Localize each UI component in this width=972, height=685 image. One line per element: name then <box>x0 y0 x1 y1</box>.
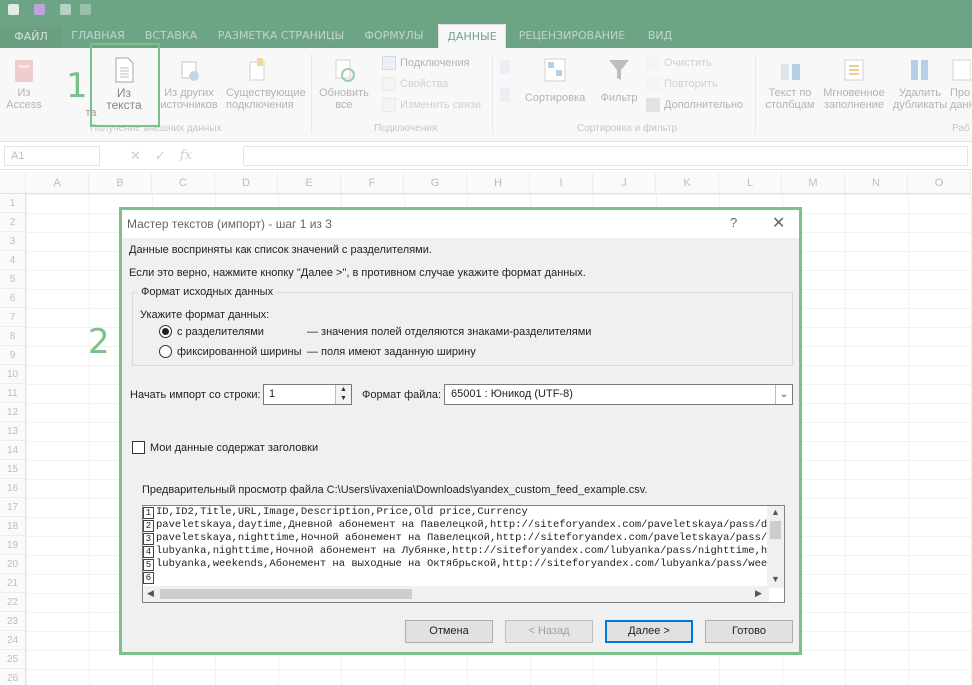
file-preview[interactable]: 1 2 3 4 5 6 ID,ID2,Title,URL,Image,Descr… <box>142 505 785 603</box>
start-row-spinner[interactable]: 1 ▲ ▼ <box>263 384 352 405</box>
step-number-1: 1 <box>66 66 88 106</box>
close-icon[interactable]: ✕ <box>772 213 785 233</box>
preview-horizontal-scrollbar[interactable]: ◀ ▶ <box>143 586 769 602</box>
preview-line-number: 3 <box>143 533 154 545</box>
preview-line-number: 2 <box>143 520 154 532</box>
next-button[interactable]: Далее > <box>605 620 693 643</box>
radio-delimited-label[interactable]: с разделителями <box>177 326 264 338</box>
preview-line <box>156 571 768 584</box>
scroll-up-icon[interactable]: ▲ <box>771 507 780 517</box>
start-row-label: Начать импорт со строки: <box>130 389 261 401</box>
radio-fixed-width-desc: — поля имеют заданную ширину <box>307 346 476 358</box>
preview-line-numbers: 1 2 3 4 5 6 <box>143 506 155 588</box>
preview-line: paveletskaya,nighttime,Ночной абонемент … <box>156 532 768 544</box>
vertical-scroll-thumb[interactable] <box>770 521 781 539</box>
preview-line: ID,ID2,Title,URL,Image,Description,Price… <box>156 506 528 518</box>
highlight-from-text <box>90 43 160 127</box>
preview-vertical-scrollbar[interactable]: ▲ ▼ <box>767 506 784 588</box>
start-row-value: 1 <box>269 388 276 400</box>
preview-lines: ID,ID2,Title,URL,Image,Description,Price… <box>156 506 768 588</box>
back-button[interactable]: < Назад <box>505 620 593 643</box>
preview-label: Предварительный просмотр файла C:\Users\… <box>142 484 648 496</box>
preview-line-number: 6 <box>143 572 154 584</box>
preview-line-number: 4 <box>143 546 154 558</box>
preview-line: lubyanka,nighttime,Ночной абонемент на Л… <box>156 545 768 557</box>
file-format-value: 65001 : Юникод (UTF-8) <box>451 388 573 400</box>
format-prompt: Укажите формат данных: <box>140 309 270 321</box>
file-format-select[interactable]: 65001 : Юникод (UTF-8) ⌄ <box>444 384 793 405</box>
scroll-down-icon[interactable]: ▼ <box>771 574 780 584</box>
preview-line-number: 5 <box>143 559 154 571</box>
preview-line-number: 1 <box>143 507 154 519</box>
scroll-left-icon[interactable]: ◀ <box>147 588 154 599</box>
headers-checkbox[interactable] <box>132 441 145 454</box>
radio-delimited[interactable] <box>159 325 172 338</box>
cancel-button[interactable]: Отмена <box>405 620 493 643</box>
step-number-2: 2 <box>88 322 110 362</box>
preview-line: lubyanka,weekends,Абонемент на выходные … <box>156 558 768 570</box>
radio-delimited-desc: — значения полей отделяются знаками-разд… <box>307 326 592 338</box>
preview-line: paveletskaya,daytime,Дневной абонемент н… <box>156 519 768 531</box>
intro-text-2: Если это верно, нажмите кнопку "Далее >"… <box>129 267 586 279</box>
radio-selected-dot <box>162 328 169 335</box>
dialog-title: Мастер текстов (импорт) - шаг 1 из 3 <box>127 217 332 231</box>
horizontal-scroll-thumb[interactable] <box>160 589 412 599</box>
finish-button[interactable]: Готово <box>705 620 793 643</box>
headers-checkbox-label[interactable]: Мои данные содержат заголовки <box>150 442 318 454</box>
file-format-label: Формат файла: <box>362 389 442 401</box>
help-icon[interactable]: ? <box>730 215 737 230</box>
chevron-down-icon[interactable]: ⌄ <box>775 385 792 404</box>
source-format-group-title: Формат исходных данных <box>138 286 277 298</box>
scroll-right-icon[interactable]: ▶ <box>755 588 762 599</box>
intro-text-1: Данные восприняты как список значений с … <box>129 244 432 256</box>
radio-fixed-width[interactable] <box>159 345 172 358</box>
dialog-title-bar: Мастер текстов (импорт) - шаг 1 из 3 ? ✕ <box>122 210 799 238</box>
spinner-arrows-icon[interactable]: ▲ ▼ <box>335 385 351 404</box>
radio-fixed-width-label[interactable]: фиксированной ширины <box>177 346 302 358</box>
text-import-wizard-dialog: Мастер текстов (импорт) - шаг 1 из 3 ? ✕… <box>119 207 802 655</box>
